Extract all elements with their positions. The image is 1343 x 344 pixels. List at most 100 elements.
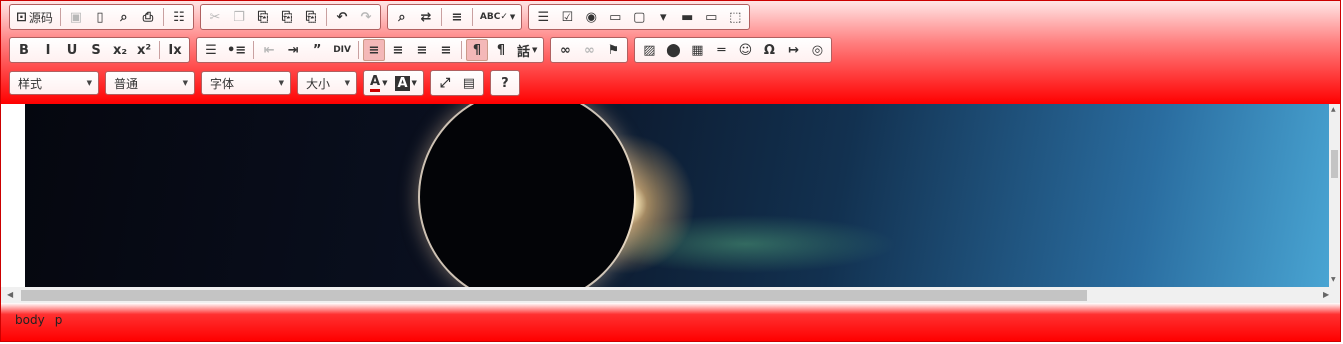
scroll-down-icon[interactable]: ▼ xyxy=(1331,276,1336,283)
textarea-button[interactable]: ▢ xyxy=(628,6,650,28)
toolbar-row-2: B I U Sx₂ x² Ix ☰ •≡ ⇤ ⇥ ” DIV ≡ ≡ ≡ ≡ ¶ ¶ 話 ▼ ∞ ∞ ⚑ ▨ ⬤ ▦ ═ ☺ Ω ↦ ◎ xyxy=(9,36,838,64)
toolbar-separator xyxy=(440,8,442,26)
templates-button[interactable]: ☷ xyxy=(168,6,190,28)
align-left-icon: ≡ xyxy=(368,42,380,58)
ltr-button[interactable]: ¶ xyxy=(466,39,488,61)
superscript-button[interactable]: x² xyxy=(133,39,155,61)
toolbar-group-basicstyles: B I U Sx₂ x² Ix xyxy=(9,37,190,63)
find-button[interactable]: ⌕ xyxy=(391,6,413,28)
align-left-button[interactable]: ≡ xyxy=(363,39,385,61)
strike-button[interactable]: S xyxy=(85,39,107,61)
paste-word-button[interactable]: ⎘ xyxy=(300,6,322,28)
about-button[interactable]: ? xyxy=(494,72,516,94)
hidden-field-button[interactable]: ⬚ xyxy=(724,6,746,28)
blockquote-icon: ” xyxy=(312,42,322,58)
create-div-button[interactable]: DIV xyxy=(330,39,354,61)
remove-format-button[interactable]: Ix xyxy=(164,39,186,61)
toolbar-row-1: ⊡ 源码 ▣ ▯ ⌕ ⎙ ☷ ✂ ❐ ⎘ ⎘ ⎘ ↶ ↷ ⌕ ⇄ ≡ ABC✓ ▼ ☰ ☑ ◉ ▭ ▢ ▾ ▬ ▭ ⬚ xyxy=(9,3,756,31)
indent-button[interactable]: ⇥ xyxy=(282,39,304,61)
toolbar-row-3: 样式 ▼ 普通 ▼ 字体 ▼ 大小 ▼ A ▼ A ▼ ⤢ ▤? xyxy=(9,69,526,97)
format-combo[interactable]: 普通 ▼ xyxy=(105,71,195,95)
justify-button[interactable]: ≡ xyxy=(435,39,457,61)
underline-button[interactable]: U xyxy=(61,39,83,61)
outdent-button[interactable]: ⇤ xyxy=(258,39,280,61)
vertical-scrollbar[interactable]: ▲ ▼ xyxy=(1329,104,1340,287)
toolbar-separator xyxy=(59,8,61,26)
page-break-icon: ↦ xyxy=(787,42,799,58)
toolbar-group-forms: ☰ ☑ ◉ ▭ ▢ ▾ ▬ ▭ ⬚ xyxy=(528,4,751,30)
italic-button[interactable]: I xyxy=(37,39,59,61)
text-field-button[interactable]: ▭ xyxy=(604,6,626,28)
font-size-combo[interactable]: 大小 ▼ xyxy=(297,71,357,95)
page-break-button[interactable]: ↦ xyxy=(782,39,804,61)
checkbox-button[interactable]: ☑ xyxy=(556,6,578,28)
print-icon: ⎙ xyxy=(142,9,154,25)
horizontal-rule-button[interactable]: ═ xyxy=(710,39,732,61)
select-button[interactable]: ▾ xyxy=(652,6,674,28)
toolbar-group-colors: A ▼ A ▼ xyxy=(363,70,424,96)
unlink-button[interactable]: ∞ xyxy=(578,39,600,61)
align-center-button[interactable]: ≡ xyxy=(387,39,409,61)
editor-content-area[interactable]: ▲ ▼ ◀ ▶ xyxy=(1,104,1340,303)
smiley-icon: ☺ xyxy=(738,42,753,58)
table-icon: ▦ xyxy=(691,42,704,58)
special-char-button[interactable]: Ω xyxy=(758,39,780,61)
paste-button[interactable]: ⎘ xyxy=(252,6,274,28)
language-button[interactable]: 話 ▼ xyxy=(514,39,540,61)
copy-icon: ❐ xyxy=(233,9,245,25)
spellcheck-button[interactable]: ABC✓ ▼ xyxy=(477,6,518,28)
image-button[interactable]: ▨ xyxy=(638,39,660,61)
flash-button[interactable]: ⬤ xyxy=(662,39,684,61)
rtl-button[interactable]: ¶ xyxy=(490,39,512,61)
horizontal-scrollbar[interactable]: ◀ ▶ xyxy=(1,287,1340,303)
undo-button[interactable]: ↶ xyxy=(331,6,353,28)
table-button[interactable]: ▦ xyxy=(686,39,708,61)
link-button[interactable]: ∞ xyxy=(554,39,576,61)
print-button[interactable]: ⎙ xyxy=(137,6,159,28)
scroll-right-icon[interactable]: ▶ xyxy=(1323,290,1329,299)
redo-button[interactable]: ↷ xyxy=(355,6,377,28)
select-all-button[interactable]: ≡ xyxy=(446,6,468,28)
numbered-list-button[interactable]: ☰ xyxy=(200,39,222,61)
path-item-p[interactable]: p xyxy=(55,313,63,327)
cut-button[interactable]: ✂ xyxy=(204,6,226,28)
replace-button[interactable]: ⇄ xyxy=(415,6,437,28)
align-right-icon: ≡ xyxy=(416,42,428,58)
save-button[interactable]: ▣ xyxy=(65,6,87,28)
smiley-button[interactable]: ☺ xyxy=(734,39,756,61)
font-combo[interactable]: 字体 ▼ xyxy=(201,71,291,95)
paste-text-icon: ⎘ xyxy=(281,9,293,25)
new-page-icon: ▯ xyxy=(96,9,104,25)
anchor-button[interactable]: ⚑ xyxy=(602,39,624,61)
copy-button[interactable]: ❐ xyxy=(228,6,250,28)
bold-button[interactable]: B xyxy=(13,39,35,61)
blockquote-button[interactable]: ” xyxy=(306,39,328,61)
show-blocks-button[interactable]: ▤ xyxy=(458,72,480,94)
bg-color-button[interactable]: A ▼ xyxy=(392,72,419,94)
remove-format-icon: Ix xyxy=(168,42,182,58)
vertical-scroll-thumb[interactable] xyxy=(1331,150,1338,178)
toolbar-separator xyxy=(253,41,255,59)
paste-text-button[interactable]: ⎘ xyxy=(276,6,298,28)
image-button-button[interactable]: ▭ xyxy=(700,6,722,28)
eclipse-image[interactable] xyxy=(25,104,1334,287)
bulleted-list-button[interactable]: •≡ xyxy=(224,39,249,61)
new-page-button[interactable]: ▯ xyxy=(89,6,111,28)
radio-button[interactable]: ◉ xyxy=(580,6,602,28)
iframe-button[interactable]: ◎ xyxy=(806,39,828,61)
horizontal-scroll-thumb[interactable] xyxy=(21,290,1087,301)
form-button[interactable]: ☰ xyxy=(532,6,554,28)
preview-button[interactable]: ⌕ xyxy=(113,6,135,28)
maximize-button[interactable]: ⤢ xyxy=(434,72,456,94)
image-button-icon: ▭ xyxy=(705,9,718,25)
subscript-button[interactable]: x₂ xyxy=(109,39,131,61)
scroll-up-icon[interactable]: ▲ xyxy=(1331,106,1336,113)
link-icon: ∞ xyxy=(559,42,571,58)
text-color-button[interactable]: A ▼ xyxy=(367,72,390,94)
scroll-left-icon[interactable]: ◀ xyxy=(7,290,13,299)
source-button[interactable]: ⊡ 源码 xyxy=(13,6,56,28)
path-item-body[interactable]: body xyxy=(15,313,45,327)
align-right-button[interactable]: ≡ xyxy=(411,39,433,61)
styles-combo[interactable]: 样式 ▼ xyxy=(9,71,99,95)
button-button[interactable]: ▬ xyxy=(676,6,698,28)
